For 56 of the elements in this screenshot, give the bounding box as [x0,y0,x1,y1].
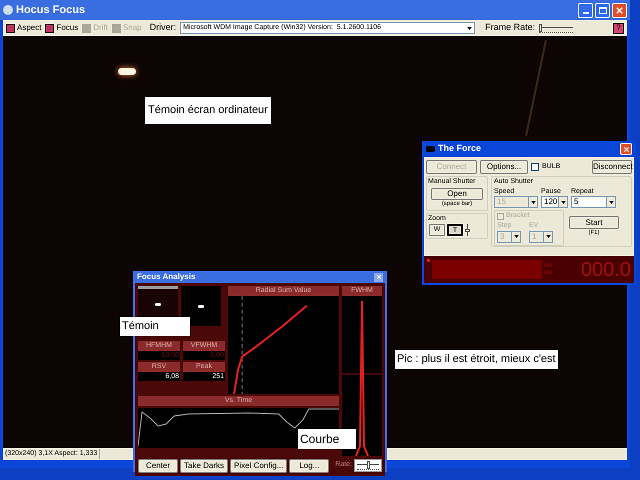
close-icon [622,146,630,152]
maximize-button[interactable] [595,2,610,18]
open-button[interactable]: Open [431,188,483,200]
minimize-button[interactable] [578,2,593,18]
blank-icon [112,24,121,32]
toolbar-button[interactable]: Take Darks [180,458,228,472]
toolbar-button[interactable]: Center [138,458,178,472]
slider-thumb[interactable] [465,228,470,232]
slider-thumb[interactable] [366,461,370,469]
caret-icon [514,235,518,238]
bulb-checkbox[interactable] [531,163,539,171]
window-title: Hocus Focus [16,2,86,18]
annotation-label: Témoin [120,317,190,336]
caret-icon [530,200,536,204]
toolbar-button[interactable]: Pixel Config... [230,458,288,472]
toolbar-button[interactable]: Focus [45,22,78,34]
close-icon [376,274,382,280]
zoom-slider[interactable] [465,224,470,236]
value-dropdown[interactable]: 120 [541,196,568,208]
close-button[interactable] [612,2,627,18]
blank-icon [82,24,92,32]
caret-icon [546,235,550,238]
picture-icon [45,24,54,32]
light-spot-drawing [118,68,136,75]
close-button[interactable] [374,272,383,282]
disconnect-button[interactable]: Disconnect [592,160,632,174]
dropdown-arrow-button[interactable] [511,232,520,242]
dropdown-arrow-button[interactable] [606,197,615,208]
close-icon [615,6,624,14]
caret-icon [467,26,472,30]
close-button[interactable] [620,143,632,155]
frame-rate-label: Frame Rate: [485,21,536,34]
help-button[interactable]: ? [613,22,624,34]
app-icon [3,5,13,15]
picture-icon [6,24,15,32]
exposure-counter: 000.0 [580,260,631,280]
annotation-label: Témoin écran ordinateur [145,97,271,124]
toolbar-button[interactable]: Aspect [6,22,42,34]
window-title: Focus Analysis [137,271,196,283]
caret-icon [608,200,614,204]
caret-icon [560,200,566,204]
frame-rate-slider[interactable] [539,24,574,32]
window-title: The Force [438,142,482,156]
annotation-label: Courbe [298,429,356,449]
dropdown-arrow-button[interactable] [543,232,552,242]
slider-thumb[interactable] [539,24,542,32]
rate-slider[interactable] [357,461,379,470]
annotation-label: Pic : plus il est étroit, mieux c'est [395,350,558,368]
options-button[interactable]: Options... [480,160,528,174]
value-dropdown[interactable]: 5 [571,196,616,208]
light-spot-drawing [155,303,161,306]
driver-label: Driver: [150,21,176,34]
light-spot-drawing [198,304,204,308]
toolbar-button[interactable]: Log... [289,458,330,472]
start-button[interactable]: Start [569,216,619,230]
dropdown-arrow-button[interactable] [558,197,567,208]
